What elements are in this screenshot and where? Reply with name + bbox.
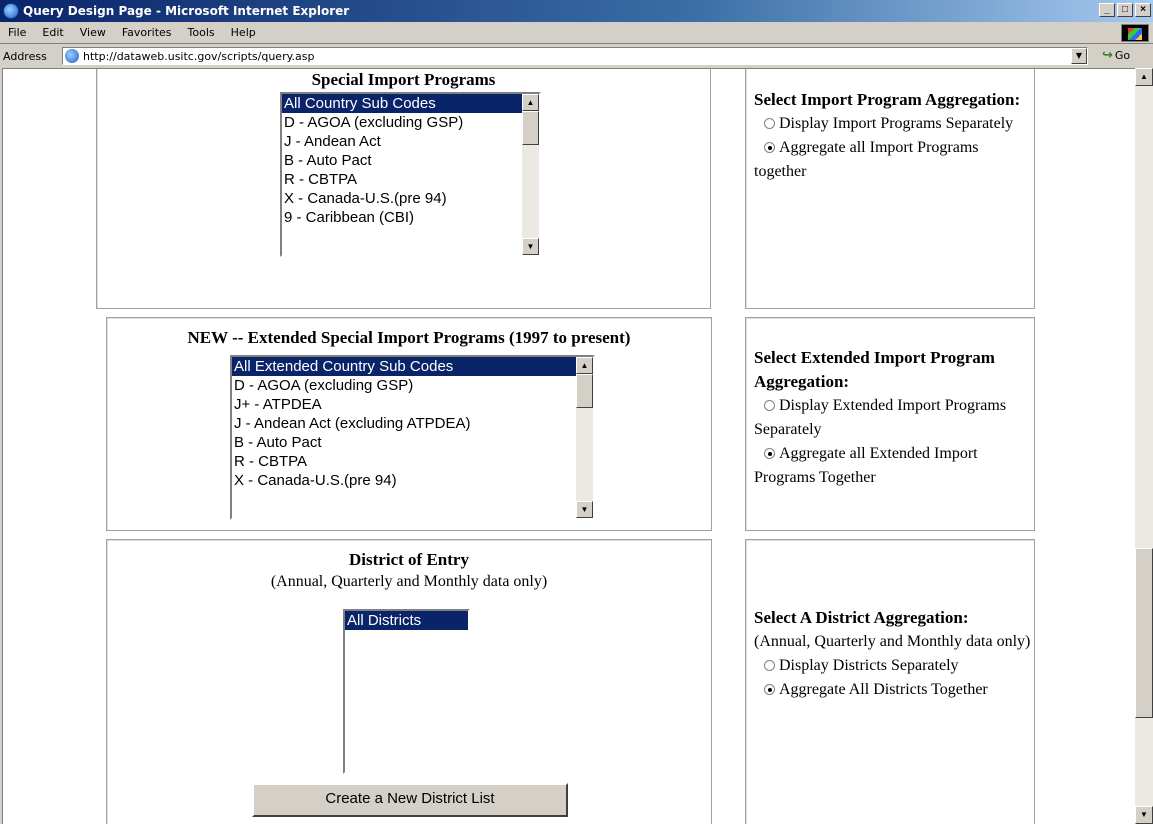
display-separately-radio[interactable]	[764, 117, 775, 129]
address-input[interactable]: http://dataweb.usitc.gov/scripts/query.a…	[62, 47, 1088, 65]
extended-aggregation-cell: Select Extended Import Program Aggregati…	[745, 317, 1035, 531]
import-aggregation-cell: Select Import Program Aggregation: Displ…	[745, 69, 1035, 309]
listbox-scrollbar[interactable]: ▲ ▼	[522, 94, 539, 255]
scroll-thumb[interactable]	[522, 111, 539, 145]
scroll-up-icon[interactable]: ▲	[576, 357, 593, 374]
list-item[interactable]: R - CBTPA	[282, 170, 539, 189]
extended-programs-listbox[interactable]: All Extended Country Sub Codes D - AGOA …	[230, 355, 595, 520]
list-item[interactable]: J - Andean Act	[282, 132, 539, 151]
scroll-up-icon[interactable]: ▲	[1135, 68, 1153, 86]
page-scrollbar[interactable]: ▲ ▼	[1135, 68, 1153, 824]
list-item[interactable]: R - CBTPA	[232, 452, 593, 471]
list-item[interactable]: X - Canada-U.S.(pre 94)	[282, 189, 539, 208]
create-district-list-button[interactable]: Create a New District List	[252, 783, 568, 817]
extended-aggregation-heading: Select Extended Import Program Aggregati…	[754, 348, 995, 391]
district-aggregation-heading: Select A District Aggregation:	[754, 608, 969, 627]
minimize-button[interactable]: _	[1099, 3, 1115, 17]
list-item[interactable]: All Extended Country Sub Codes	[232, 357, 593, 376]
radio-row-aggregate: Aggregate All Districts Together	[754, 678, 1034, 702]
radio-label: Display Districts Separately	[779, 657, 959, 674]
list-item[interactable]: B - Auto Pact	[232, 433, 593, 452]
district-title: District of Entry	[349, 550, 469, 569]
menu-help[interactable]: Help	[223, 26, 264, 39]
title-bar: Query Design Page - Microsoft Internet E…	[0, 0, 1153, 22]
radio-row-separate: Display Import Programs Separately	[754, 112, 1029, 136]
district-aggregation-cell: Select A District Aggregation: (Annual, …	[745, 539, 1035, 824]
list-item[interactable]: J - Andean Act (excluding ATPDEA)	[232, 414, 593, 433]
close-button[interactable]: ×	[1135, 3, 1151, 17]
scroll-thumb[interactable]	[576, 374, 593, 408]
aggregate-all-districts-radio[interactable]	[764, 683, 775, 695]
extended-programs-cell: NEW -- Extended Special Import Programs …	[106, 317, 712, 531]
menu-tools[interactable]: Tools	[180, 26, 223, 39]
windows-logo-icon	[1121, 24, 1149, 42]
window-title: Query Design Page - Microsoft Internet E…	[23, 4, 350, 18]
import-aggregation-heading: Select Import Program Aggregation:	[754, 90, 1021, 109]
address-dropdown-icon[interactable]: ▼	[1071, 48, 1087, 64]
list-item[interactable]: All Country Sub Codes	[282, 94, 539, 113]
extended-programs-title: NEW -- Extended Special Import Programs …	[187, 328, 631, 347]
list-item[interactable]: X - Canada-U.S.(pre 94)	[232, 471, 593, 490]
scroll-up-icon[interactable]: ▲	[522, 94, 539, 111]
scroll-down-icon[interactable]: ▼	[1135, 806, 1153, 824]
go-button[interactable]: ↪ Go	[1102, 48, 1130, 63]
radio-label: Display Extended Import Programs Separat…	[754, 397, 1007, 438]
menu-edit[interactable]: Edit	[34, 26, 71, 39]
list-item[interactable]: All Districts	[345, 611, 468, 630]
page-icon	[65, 49, 79, 63]
list-item[interactable]: B - Auto Pact	[282, 151, 539, 170]
ie-icon	[3, 3, 19, 19]
address-bar: Address http://dataweb.usitc.gov/scripts…	[0, 45, 1153, 67]
radio-row-aggregate: Aggregate all Extended Import Programs T…	[754, 442, 1029, 490]
go-label: Go	[1114, 49, 1131, 62]
aggregate-all-radio[interactable]	[764, 141, 775, 153]
display-extended-separately-radio[interactable]	[764, 399, 775, 411]
list-item[interactable]: D - AGOA (excluding GSP)	[282, 113, 539, 132]
radio-row-aggregate: Aggregate all Import Programs together	[754, 136, 1029, 184]
aggregate-all-extended-radio[interactable]	[764, 447, 775, 459]
list-item[interactable]: J+ - ATPDEA	[232, 395, 593, 414]
district-aggregation-note: (Annual, Quarterly and Monthly data only…	[754, 633, 1031, 650]
address-label: Address	[3, 49, 47, 63]
display-districts-separately-radio[interactable]	[764, 659, 775, 671]
special-programs-listbox[interactable]: All Country Sub Codes D - AGOA (excludin…	[280, 92, 541, 257]
radio-row-separate: Display Districts Separately	[754, 654, 1034, 678]
radio-label: Aggregate all Extended Import Programs T…	[754, 445, 978, 486]
scroll-down-icon[interactable]: ▼	[522, 238, 539, 255]
radio-row-separate: Display Extended Import Programs Separat…	[754, 394, 1029, 442]
list-item[interactable]: D - AGOA (excluding GSP)	[232, 376, 593, 395]
scroll-thumb[interactable]	[1135, 548, 1153, 718]
list-item[interactable]: 9 - Caribbean (CBI)	[282, 208, 539, 227]
listbox-scrollbar[interactable]: ▲ ▼	[576, 357, 593, 518]
scroll-down-icon[interactable]: ▼	[576, 501, 593, 518]
menu-bar: File Edit View Favorites Tools Help	[0, 22, 1153, 44]
menu-favorites[interactable]: Favorites	[114, 26, 180, 39]
go-arrow-icon: ↪	[1102, 48, 1113, 63]
menu-file[interactable]: File	[0, 26, 34, 39]
address-url: http://dataweb.usitc.gov/scripts/query.a…	[83, 49, 315, 63]
maximize-button[interactable]: □	[1117, 3, 1133, 17]
page-viewport: Special Import Programs All Country Sub …	[2, 68, 1135, 824]
special-programs-cell: Special Import Programs All Country Sub …	[96, 69, 711, 309]
radio-label: Aggregate all Import Programs together	[754, 139, 979, 180]
district-listbox[interactable]: All Districts	[343, 609, 470, 774]
radio-label: Aggregate All Districts Together	[779, 681, 988, 698]
special-programs-title: Special Import Programs	[311, 70, 496, 89]
radio-label: Display Import Programs Separately	[779, 115, 1014, 132]
district-cell: District of Entry (Annual, Quarterly and…	[106, 539, 712, 824]
menu-view[interactable]: View	[72, 26, 114, 39]
district-subtitle: (Annual, Quarterly and Monthly data only…	[270, 573, 548, 590]
